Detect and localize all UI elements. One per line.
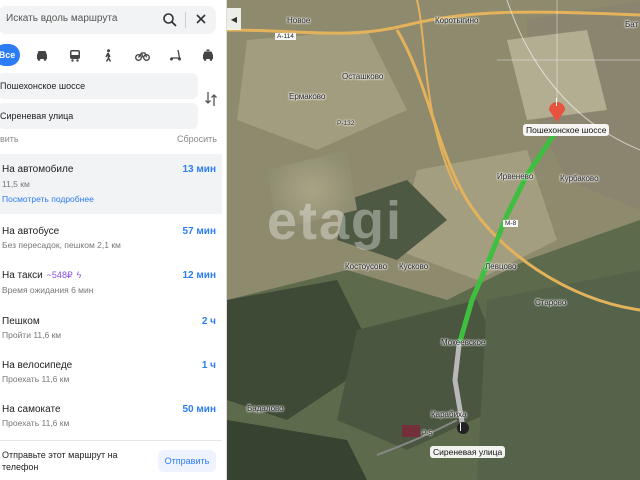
route-option-scooter[interactable]: На самокате 50 мин Проехать 11,6 км — [0, 390, 222, 438]
route-details: Время ожидания 6 мин — [2, 285, 94, 295]
collapse-panel-button[interactable]: ◀ — [227, 8, 241, 30]
taxi-icon[interactable] — [197, 44, 219, 66]
road-shield: М-8 — [503, 220, 519, 227]
route-details: Пройти 11,6 км — [2, 330, 62, 340]
flag-icon — [460, 423, 467, 431]
village-label: Осташково — [342, 72, 384, 81]
route-duration: 57 мин — [182, 226, 217, 237]
route-mode-label: На самокате — [2, 404, 61, 415]
search-input[interactable]: Искать вдоль маршрута — [6, 13, 117, 24]
transport-mode-tabs: Все — [0, 44, 226, 68]
send-to-phone-text: Отправьте этот маршрут на телефон — [2, 450, 118, 472]
mode-all-label: Все — [0, 50, 16, 60]
search-bar[interactable]: Искать вдоль маршрута — [0, 6, 216, 34]
road-shield: Р-132 — [337, 120, 355, 127]
route-details: Без пересадок, пешком 2,1 км — [2, 240, 121, 250]
village-label: Карабиха — [431, 410, 467, 419]
village-label: Старово — [535, 298, 567, 307]
route-mode-label: Пешком — [2, 316, 40, 327]
watermark: etagi — [267, 191, 404, 251]
mode-all-tab[interactable]: Все — [0, 44, 20, 66]
village-label: Костоусово — [345, 262, 388, 271]
close-icon[interactable] — [194, 12, 208, 26]
village-label: Коротыгино — [435, 16, 479, 25]
route-mode-label: На велосипеде — [2, 360, 73, 371]
route-to-field[interactable]: Сиреневая улица — [0, 103, 198, 129]
flag-icon — [556, 98, 563, 106]
village-label: Курбаково — [560, 174, 599, 183]
route-to-value: Сиреневая улица — [0, 111, 74, 121]
route-from-field[interactable]: Пошехонское шоссе — [0, 73, 198, 99]
save-route-link[interactable]: вить — [0, 134, 19, 144]
car-icon[interactable] — [31, 44, 53, 66]
road-shield: Р-5 — [422, 430, 433, 437]
search-icon[interactable] — [162, 12, 178, 28]
road-shield: А-114 — [275, 33, 296, 40]
route-option-bus[interactable]: На автобусе 57 мин Без пересадок, пешком… — [0, 214, 222, 258]
walk-icon[interactable] — [97, 44, 119, 66]
route-duration: 50 мин — [182, 404, 217, 415]
reset-route-link[interactable]: Сбросить — [177, 134, 217, 144]
village-label: Левцово — [485, 262, 517, 271]
route-option-car[interactable]: На автомобиле 13 мин 11,5 км Посмотреть … — [0, 154, 222, 214]
swap-icon[interactable] — [204, 90, 218, 108]
route-mode-label: На автобусе — [2, 226, 60, 237]
village-label: Ирвенево — [497, 172, 534, 181]
route-panel: Искать вдоль маршрута Все Пошехонское шо… — [0, 0, 227, 480]
village-label: Новое — [287, 16, 311, 25]
village-label: Ермаково — [289, 92, 326, 101]
bike-icon[interactable] — [131, 44, 153, 66]
route-option-walk[interactable]: Пешком 2 ч Пройти 11,6 км — [0, 302, 222, 346]
bus-icon[interactable] — [64, 44, 86, 66]
scooter-icon[interactable] — [164, 44, 186, 66]
lightning-icon: ϟ — [76, 270, 82, 280]
start-pin-label: Пошехонское шоссе — [523, 124, 610, 136]
route-duration: 13 мин — [182, 164, 217, 175]
village-label: Мокеевское — [441, 338, 486, 347]
village-label: Бадалово — [247, 404, 284, 413]
route-details: Проехать 11,6 км — [2, 418, 70, 428]
route-from-value: Пошехонское шоссе — [0, 81, 86, 91]
route-mode-label: На такси ~548₽ ϟ — [2, 270, 81, 281]
taxi-price: ~548₽ — [46, 270, 73, 280]
route-option-bike[interactable]: На велосипеде 1 ч Проехать 11,6 км — [0, 346, 222, 390]
send-button[interactable]: Отправить — [158, 450, 216, 472]
route-more-link[interactable]: Посмотреть подробнее — [2, 194, 94, 204]
route-option-taxi[interactable]: На такси ~548₽ ϟ 12 мин Время ожидания 6 м… — [0, 258, 222, 302]
route-details: 11,5 км — [2, 179, 30, 189]
route-duration: 1 ч — [201, 360, 216, 371]
end-pin-label: Сиреневая улица — [430, 446, 506, 458]
search-divider — [185, 12, 186, 28]
city-label: Бат — [625, 20, 639, 29]
route-duration: 12 мин — [182, 270, 217, 281]
map-view[interactable]: etagi Новое Ермаково Осташково Коротыгин… — [227, 0, 640, 480]
village-label: Кусково — [399, 262, 429, 271]
route-duration: 2 ч — [201, 316, 216, 327]
taxi-label: На такси — [2, 270, 43, 281]
route-mode-label: На автомобиле — [2, 164, 74, 175]
route-details: Проехать 11,6 км — [2, 374, 70, 384]
send-to-phone: Отправьте этот маршрут на телефон Отправ… — [0, 440, 222, 480]
